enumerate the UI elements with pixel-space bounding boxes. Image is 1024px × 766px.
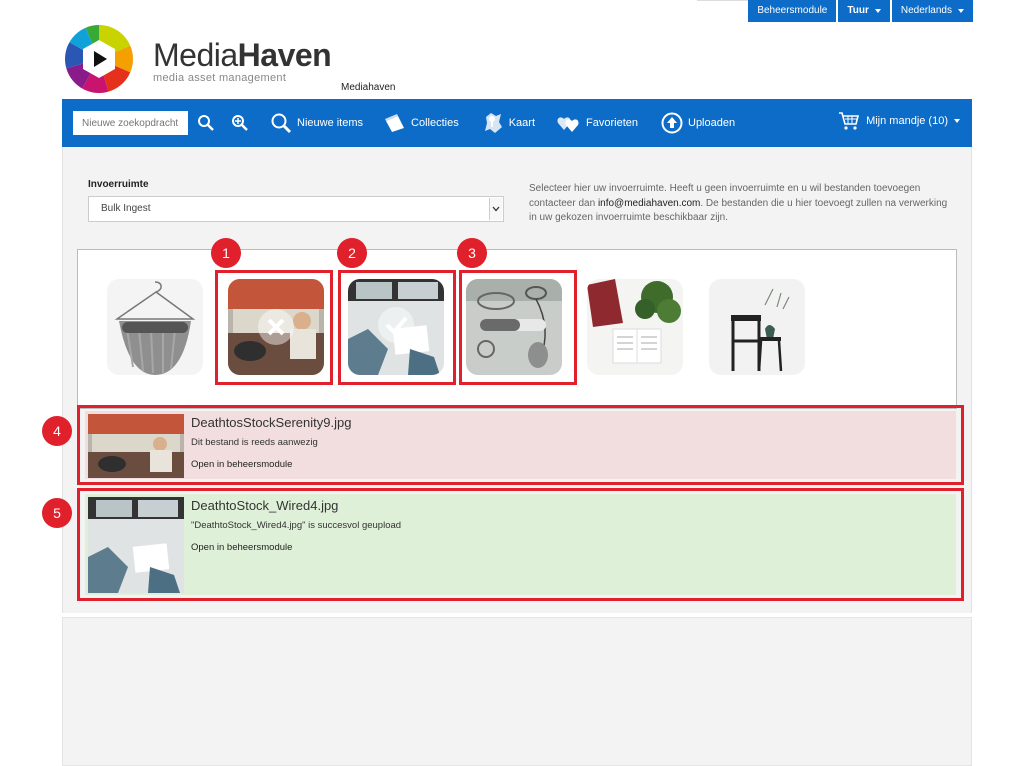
hearts-icon [557,117,579,132]
user-menu-button[interactable]: Tuur [838,0,890,22]
caret-down-icon [874,9,881,13]
upload-thumbnail-hanger [107,279,203,375]
ingest-space-select[interactable]: Bulk Ingest [88,196,504,222]
nav-collections-label: Collecties [411,117,459,129]
result-filename: DeathtosStockSerenity9.jpg [191,415,352,430]
nav-favorites[interactable]: Favorieten [557,113,638,133]
open-in-admin-link[interactable]: Open in beheersmodule [191,459,292,470]
highlight-box [459,270,577,385]
result-filename: DeathtoStock_Wired4.jpg [191,498,339,513]
ingest-space-value: Bulk Ingest [101,203,151,214]
caret-down-icon [958,9,964,13]
nav-collections[interactable]: Collecties [384,112,459,134]
result-message: Dit bestand is reeds aanwezig [191,437,318,448]
chevron-down-icon[interactable] [489,198,502,220]
result-message: "DeathtoStock_Wired4.jpg" is succesvol g… [191,520,402,531]
collections-icon [385,114,405,132]
open-in-admin-link[interactable]: Open in beheersmodule [191,542,292,553]
upload-result-error: DeathtosStockSerenity9.jpg Dit bestand i… [77,405,964,485]
cart-label: Mijn mandje (10) [866,115,948,127]
nav-upload-label: Uploaden [688,117,736,129]
result-thumbnail-desk [88,497,184,593]
user-menu-label: Tuur [847,5,869,16]
nav-favorites-label: Favorieten [586,117,638,129]
callout-badge: 3 [457,238,487,268]
nav-new-items[interactable]: Nieuwe items [270,112,363,134]
site-label: Mediahaven [341,82,396,93]
advanced-search-icon[interactable] [231,114,249,132]
callout-badge: 4 [42,416,72,446]
main-nav: Nieuwe items Collecties Kaart Favorieten… [62,99,972,147]
nav-map[interactable]: Kaart [482,111,535,135]
top-bar: Beheersmodule Tuur Nederlands [748,0,973,22]
result-body: DeathtosStockSerenity9.jpg Dit bestand i… [85,411,956,479]
upload-page: Beheersmodule Tuur Nederlands MediaHaven… [0,0,1024,766]
logo-subtitle: media asset management [153,72,287,84]
search-input[interactable] [73,111,188,135]
upload-icon [661,112,683,134]
callout-badge: 5 [42,498,72,528]
highlight-box [338,270,456,385]
result-body: DeathtoStock_Wired4.jpg "DeathtoStock_Wi… [85,494,956,595]
nav-upload[interactable]: Uploaden [661,112,735,134]
highlight-box [215,270,333,385]
logo-title-regular: Media [153,37,238,73]
language-menu-label: Nederlands [900,5,952,16]
callout-badge: 2 [337,238,367,268]
callout-badge: 1 [211,238,241,268]
upload-thumbnail-book [587,279,683,375]
lower-panel [62,617,972,766]
result-thumbnail-van [88,414,184,478]
language-menu-button[interactable]: Nederlands [891,0,973,22]
caret-down-icon [954,119,960,123]
admin-module-label: Beheersmodule [757,5,828,16]
admin-module-button[interactable]: Beheersmodule [748,0,837,22]
cart-icon [839,112,860,130]
magnifier-icon [271,113,292,134]
nav-new-items-label: Nieuwe items [297,117,364,129]
mediahaven-logo-icon [65,25,133,93]
upload-thumbnail-chair [709,279,805,375]
upload-result-success: DeathtoStock_Wired4.jpg "DeathtoStock_Wi… [77,488,964,601]
logo-title-bold: Haven [237,37,332,73]
ingest-help-text: Selecteer hier uw invoerruimte. Heeft u … [529,182,949,226]
search-icon[interactable] [197,114,215,132]
help-email-link[interactable]: info@mediahaven.com [598,198,700,209]
logo-text: MediaHaven media asset management [153,37,332,84]
ingest-space-label: Invoerruimte [88,179,149,190]
cart-menu[interactable]: Mijn mandje (10) [838,111,960,131]
logo[interactable]: MediaHaven media asset management [64,24,332,94]
map-icon [484,113,502,133]
nav-map-label: Kaart [508,117,536,129]
logo-title: MediaHaven [153,37,332,73]
